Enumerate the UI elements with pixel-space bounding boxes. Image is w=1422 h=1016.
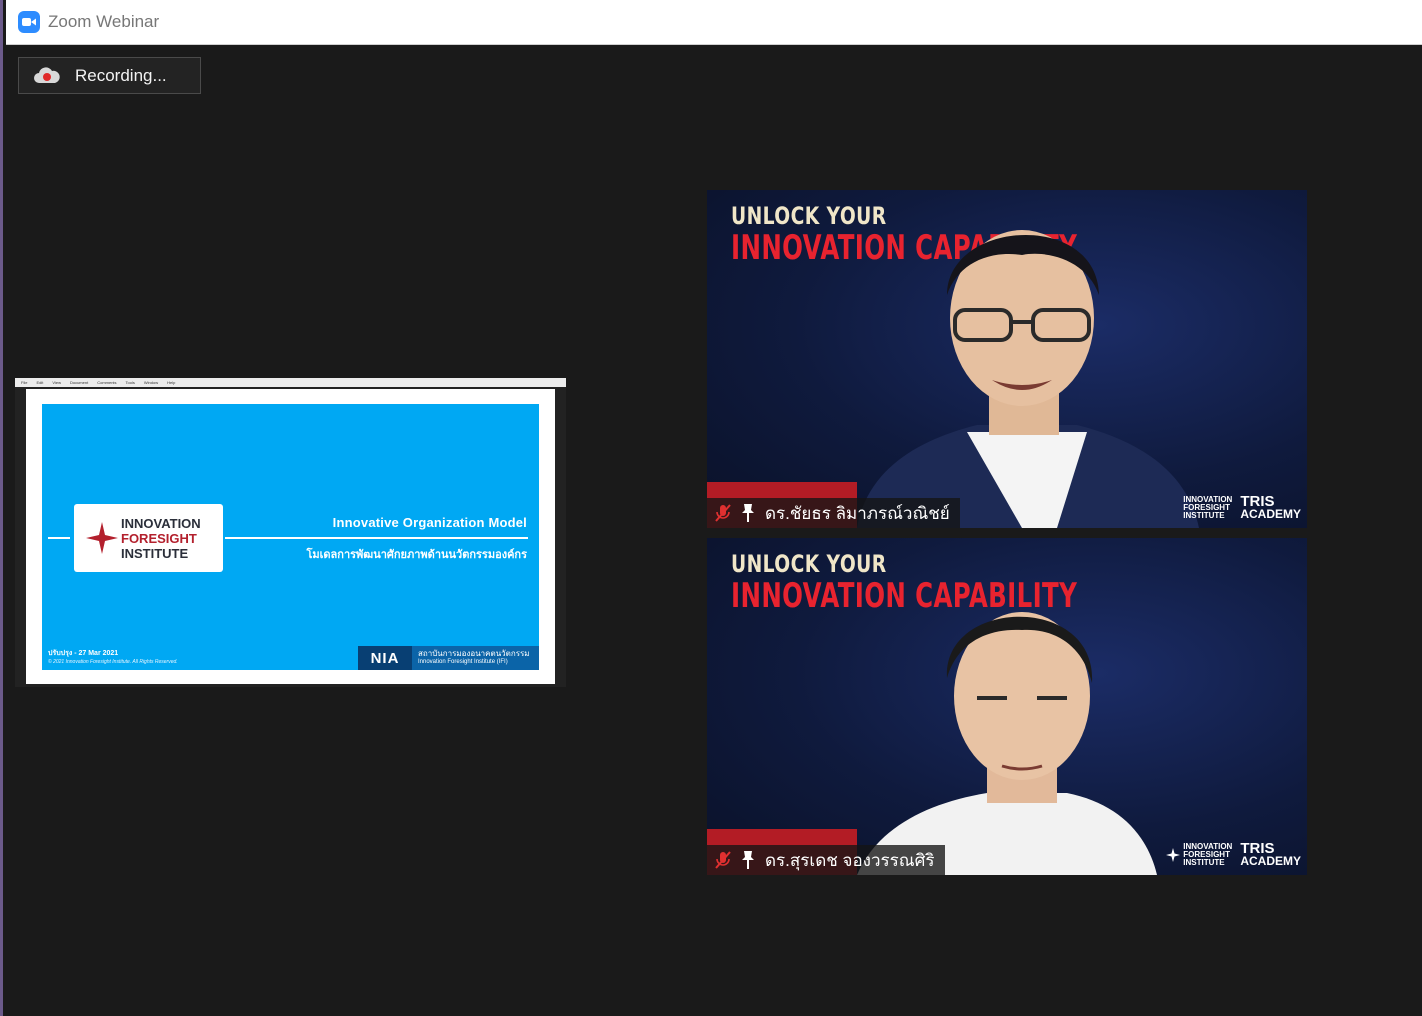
tris-academy-logo: TRIS ACADEMY <box>1240 841 1301 868</box>
slide-subtitle: โมเดลการพัฒนาศักยภาพด้านนวัตกรรมองค์กร <box>306 549 527 561</box>
slide-date: ปรับปรุง - 27 Mar 2021 <box>48 650 119 657</box>
microphone-muted-icon[interactable] <box>713 503 733 523</box>
ifi-star-icon <box>86 522 118 554</box>
ifi-mini-logo: INNOVATION FORESIGHT INSTITUTE <box>1166 843 1232 867</box>
slide-title: Innovative Organization Model <box>332 515 527 530</box>
participant-video-1 <box>857 230 1199 528</box>
ifi-mini-line3: INSTITUTE <box>1183 858 1225 867</box>
menu-window: Window <box>143 380 159 385</box>
menu-edit: Edit <box>36 380 44 385</box>
nia-english-name: Innovation Foresight Institute (IFI) <box>418 659 508 665</box>
nia-badge: NIA สถาบันการมองอนาคตนวัตกรรม Innovation… <box>358 646 539 670</box>
logo-institute: INSTITUTE <box>121 545 189 561</box>
participant-name-1: ดร.ชัยธร ลิมาภรณ์วณิชย์ <box>765 503 950 523</box>
zoom-camera-icon <box>18 11 40 33</box>
menu-view: View <box>52 380 61 385</box>
video-tile-2[interactable]: UNLOCK YOUR INNOVATION CAPABILITY ดร.สุร… <box>707 538 1307 875</box>
slide-divider-left <box>48 537 70 539</box>
logo-innovation: INNOVATION <box>121 515 201 531</box>
sponsor-logos-2: INNOVATION FORESIGHT INSTITUTE TRIS ACAD… <box>1166 841 1301 868</box>
recording-label: Recording... <box>75 65 167 85</box>
sponsor-logos-1: INNOVATION FORESIGHT INSTITUTE TRIS ACAD… <box>1183 494 1301 521</box>
ifi-mini-logo: INNOVATION FORESIGHT INSTITUTE <box>1183 496 1232 520</box>
presentation-slide: INNOVATION FORESIGHT INSTITUTE Innovativ… <box>42 404 539 670</box>
menu-help: Help <box>167 380 176 385</box>
shared-app-menubar: File Edit View Document Comments Tools W… <box>15 378 566 387</box>
title-bar[interactable]: Zoom Webinar <box>6 0 1422 45</box>
participant-video-2 <box>857 612 1157 875</box>
participant-name-bar-1: ดร.ชัยธร ลิมาภรณ์วณิชย์ <box>707 498 960 528</box>
participant-name-2: ดร.สุรเดช จองวรรณศิริ <box>765 850 935 870</box>
slide-divider-right <box>225 537 528 539</box>
logo-foresight: FORESIGHT <box>121 530 197 546</box>
microphone-muted-icon[interactable] <box>713 850 733 870</box>
menu-tools: Tools <box>125 380 135 385</box>
recording-indicator[interactable]: Recording... <box>18 57 201 94</box>
pin-icon[interactable] <box>739 503 757 523</box>
slide-copyright: © 2021 Innovation Foresight Institute. A… <box>48 659 178 665</box>
academy-label: ACADEMY <box>1240 854 1301 868</box>
nia-logo: NIA <box>358 646 412 670</box>
ifi-star-icon <box>1166 848 1181 862</box>
academy-label: ACADEMY <box>1240 507 1301 521</box>
cloud-record-icon <box>34 66 60 83</box>
participant-name-bar-2: ดร.สุรเดช จองวรรณศิริ <box>707 845 945 875</box>
window-title: Zoom Webinar <box>48 12 160 31</box>
menu-comments: Comments <box>97 380 117 385</box>
banner-unlock: UNLOCK YOUR <box>731 550 887 578</box>
nia-thai-name: สถาบันการมองอนาคตนวัตกรรม <box>418 649 530 658</box>
shared-screen[interactable]: File Edit View Document Comments Tools W… <box>15 378 566 687</box>
shared-document-page: INNOVATION FORESIGHT INSTITUTE Innovativ… <box>26 389 555 684</box>
zoom-window: Zoom Webinar Recording... File Edit View… <box>0 0 1422 1016</box>
ifi-logo-card: INNOVATION FORESIGHT INSTITUTE <box>74 504 223 572</box>
tris-academy-logo: TRIS ACADEMY <box>1240 494 1301 521</box>
pin-icon[interactable] <box>739 850 757 870</box>
ifi-mini-line3: INSTITUTE <box>1183 511 1225 520</box>
video-tile-1[interactable]: UNLOCK YOUR INNOVATION CAPABILITY ดร.ชัย… <box>707 190 1307 528</box>
menu-file: File <box>21 380 28 385</box>
menu-document: Document <box>69 380 89 385</box>
